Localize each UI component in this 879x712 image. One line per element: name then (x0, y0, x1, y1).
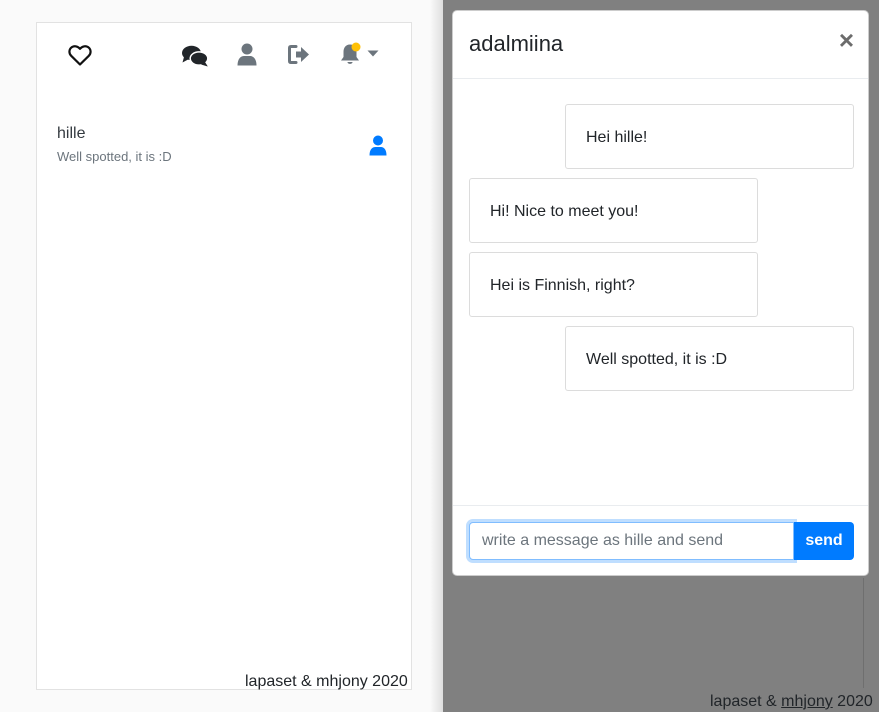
chat-modal: adalmiina × Hei hille! Hi! Nice to meet … (452, 10, 869, 576)
backdrop-shadow (430, 0, 444, 712)
credit-suffix: 2020 (832, 693, 873, 710)
caret-down-icon[interactable] (367, 50, 379, 58)
message-bubble-received: Hei is Finnish, right? (469, 252, 758, 317)
close-button[interactable]: × (839, 27, 854, 53)
send-button[interactable]: send (794, 522, 854, 560)
comments-icon[interactable] (181, 44, 209, 68)
conversation-user-icon[interactable] (369, 135, 387, 156)
footer-credit: lapaset & mhjony 2020 (245, 673, 408, 690)
message-bubble-received: Hi! Nice to meet you! (469, 178, 758, 243)
heart-icon[interactable] (68, 44, 92, 66)
backdrop-divider (863, 578, 864, 688)
user-icon[interactable] (237, 43, 257, 66)
credit-prefix: lapaset & (710, 693, 782, 710)
modal-title: adalmiina (469, 31, 564, 56)
message-bubble-sent: Hei hille! (565, 104, 854, 169)
conversation-item[interactable]: hille Well spotted, it is :D (57, 123, 387, 171)
sign-out-icon[interactable] (288, 45, 310, 64)
bell-icon[interactable] (340, 42, 362, 66)
credit-link[interactable]: mhjony (781, 693, 833, 710)
conversation-last-message: Well spotted, it is :D (57, 149, 172, 164)
footer-credit-behind-backdrop: lapaset & mhjony 2020 (710, 693, 873, 711)
notification-badge (351, 42, 361, 52)
conversation-name: hille (57, 125, 86, 142)
message-input[interactable] (469, 522, 794, 560)
chat-app-card: hille Well spotted, it is :D (36, 22, 412, 690)
message-bubble-sent: Well spotted, it is :D (565, 326, 854, 391)
modal-header: adalmiina × (453, 11, 868, 79)
modal-footer: send (453, 505, 868, 577)
